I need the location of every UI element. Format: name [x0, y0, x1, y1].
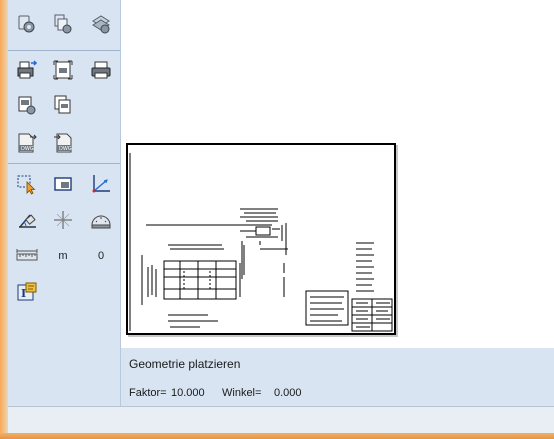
svg-text:DWG: DWG [59, 146, 72, 152]
geometry-settings-icon[interactable] [88, 12, 114, 36]
window-frame-bottom [0, 433, 554, 439]
scale-ruler-icon[interactable] [14, 244, 40, 268]
rotate-angle-icon[interactable] [14, 208, 40, 232]
svg-text:I: I [21, 287, 26, 300]
printer-icon[interactable] [88, 58, 114, 82]
toolbar-separator [8, 163, 120, 164]
print-export-icon[interactable] [14, 58, 40, 82]
frame-select-icon[interactable] [50, 172, 76, 196]
unit-selector[interactable]: m [50, 244, 76, 268]
plan-sheet-preview[interactable] [126, 143, 396, 335]
faktor-value[interactable]: 10.000 [171, 387, 205, 399]
precision-value[interactable]: 0 [88, 244, 114, 268]
plot-sheets-icon[interactable] [50, 93, 76, 117]
crosshair-icon[interactable] [50, 208, 76, 232]
coordinate-axes-icon[interactable] [88, 172, 114, 196]
info-text-icon[interactable]: I [14, 280, 40, 304]
winkel-value[interactable]: 0.000 [274, 387, 302, 399]
select-pointer-icon[interactable] [14, 172, 40, 196]
command-prompt: Geometrie platzieren [129, 357, 241, 371]
faktor-label: Faktor= [129, 387, 167, 399]
window-frame-left [0, 0, 8, 439]
toolbar-separator [8, 50, 120, 51]
tool-palette: DWG DWG m 0 I [8, 0, 121, 406]
dwg-export-icon[interactable]: DWG [14, 131, 40, 155]
protractor-icon[interactable] [88, 208, 114, 232]
winkel-label: Winkel= [222, 387, 262, 399]
geometry-fixed-icon[interactable] [14, 12, 40, 36]
dwg-import-icon[interactable]: DWG [50, 131, 76, 155]
geometry-copy-icon[interactable] [50, 12, 76, 36]
plan-drawing [129, 153, 393, 332]
svg-text:DWG: DWG [21, 146, 34, 152]
plot-config-icon[interactable] [14, 93, 40, 117]
status-bar [8, 406, 554, 434]
print-preview-icon[interactable] [50, 58, 76, 82]
